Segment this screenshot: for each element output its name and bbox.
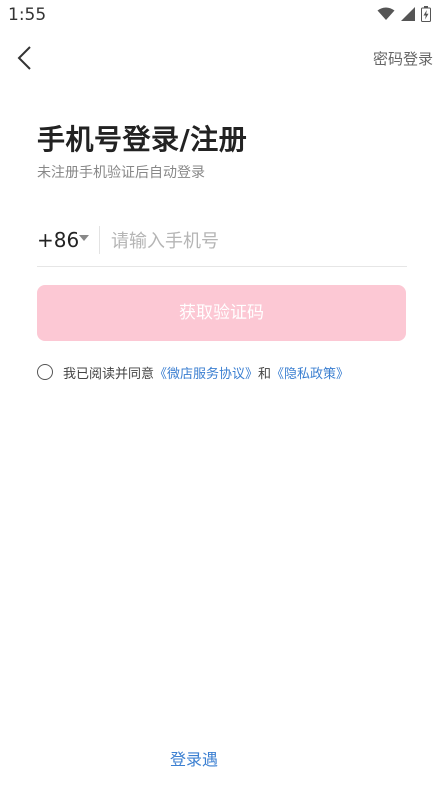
caret-down-icon: [79, 235, 89, 241]
phone-input-row: +86: [37, 220, 407, 267]
agreement-and: 和: [258, 366, 272, 382]
privacy-policy-link[interactable]: 《隐私政策》: [271, 363, 349, 382]
agreement-row: 我已阅读并同意 《微店服务协议》 和 《隐私政策》: [37, 362, 349, 382]
login-help-link[interactable]: 登录遇: [170, 746, 218, 770]
signal-icon: [401, 7, 415, 21]
page-title: 手机号登录/注册: [37, 123, 248, 156]
back-button[interactable]: [14, 44, 38, 72]
wifi-icon: [377, 7, 395, 20]
status-time: 1:55: [8, 5, 47, 25]
phone-input[interactable]: [111, 224, 401, 258]
status-bar: 1:55: [0, 0, 443, 32]
password-login-link[interactable]: 密码登录: [373, 48, 433, 69]
chevron-left-icon: [17, 46, 31, 70]
agreement-prefix: 我已阅读并同意: [63, 366, 155, 382]
battery-charging-icon: [421, 6, 431, 22]
page-subtitle: 未注册手机验证后自动登录: [37, 165, 205, 181]
get-verification-code-button[interactable]: 获取验证码: [37, 285, 406, 341]
country-code: +86: [37, 228, 80, 252]
service-agreement-link[interactable]: 《微店服务协议》: [154, 363, 258, 382]
status-icons: [377, 6, 431, 22]
divider: [99, 226, 100, 254]
agreement-checkbox[interactable]: [37, 364, 53, 380]
